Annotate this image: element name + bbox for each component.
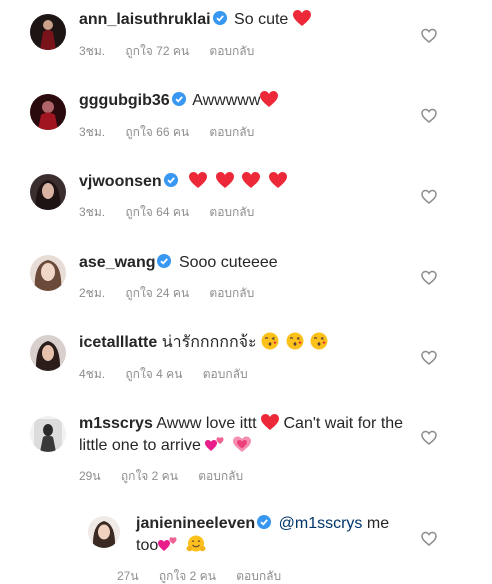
comment-time: 3ชม. — [79, 205, 106, 219]
comment-meta: 2ชม. ถูกใจ 24 คน ตอบกลับ — [79, 284, 254, 303]
username[interactable]: gggubgib36 — [79, 92, 170, 109]
like-heart-icon[interactable] — [421, 270, 437, 286]
mention-link[interactable]: @m1sscrys — [279, 515, 363, 532]
like-heart-icon[interactable] — [421, 531, 437, 547]
comment-text: ann_laisuthruklai So cute — [79, 9, 409, 31]
red-heart-emoji-icon — [189, 172, 208, 188]
reply-button[interactable]: ตอบกลับ — [203, 365, 248, 384]
red-heart-emoji-icon — [260, 91, 279, 107]
two-hearts-emoji-icon — [158, 537, 177, 551]
red-heart-emoji-icon — [215, 172, 234, 188]
verified-badge-icon — [212, 11, 227, 25]
comment-time: 3ชม. — [79, 125, 106, 139]
comment-time: 27น — [117, 569, 139, 583]
comment-meta: 27น ถูกใจ 2 คน ตอบกลับ — [117, 567, 281, 584]
comment-text: m1sscrys Awww love ittt Can't wait for t… — [79, 414, 404, 454]
like-heart-icon[interactable] — [421, 189, 437, 205]
reply-button[interactable]: ตอบกลับ — [236, 567, 281, 584]
username[interactable]: vjwoonsen — [79, 173, 162, 190]
reply-button[interactable]: ตอบกลับ — [209, 203, 254, 222]
username[interactable]: ase_wang — [79, 254, 155, 271]
like-heart-icon[interactable] — [421, 28, 437, 44]
comment-time: 3ชม. — [79, 44, 106, 58]
verified-badge-icon — [171, 92, 186, 106]
comment-meta: 3ชม. ถูกใจ 64 คน ตอบกลับ — [79, 203, 254, 222]
avatar[interactable] — [88, 516, 120, 548]
red-heart-emoji-icon — [292, 10, 311, 26]
reply-button[interactable]: ตอบกลับ — [209, 42, 254, 61]
like-heart-icon[interactable] — [421, 350, 437, 366]
kiss-face-emoji-icon — [286, 332, 304, 350]
red-heart-emoji-icon — [261, 414, 280, 430]
comment-text: vjwoonsen — [79, 171, 409, 193]
likes-count[interactable]: ถูกใจ 4 คน — [125, 365, 182, 384]
verified-badge-icon — [257, 515, 272, 529]
likes-count[interactable]: ถูกใจ 64 คน — [125, 203, 189, 222]
avatar[interactable] — [30, 416, 66, 452]
comment-meta: 4ชม. ถูกใจ 4 คน ตอบกลับ — [79, 365, 248, 384]
avatar[interactable] — [30, 255, 66, 291]
comment-time: 2ชม. — [79, 286, 106, 300]
avatar[interactable] — [30, 174, 66, 210]
reply-button[interactable]: ตอบกลับ — [209, 284, 254, 303]
kiss-face-emoji-icon — [310, 332, 328, 350]
username[interactable]: m1sscrys — [79, 415, 153, 432]
likes-count[interactable]: ถูกใจ 72 คน — [125, 42, 189, 61]
likes-count[interactable]: ถูกใจ 66 คน — [125, 123, 189, 142]
username[interactable]: ann_laisuthruklai — [79, 11, 211, 28]
verified-badge-icon — [163, 173, 178, 187]
reply-button[interactable]: ตอบกลับ — [209, 123, 254, 142]
red-heart-emoji-icon — [242, 172, 261, 188]
red-heart-emoji-icon — [268, 172, 287, 188]
growing-heart-emoji-icon — [232, 436, 251, 452]
comment-meta: 3ชม. ถูกใจ 72 คน ตอบกลับ — [79, 42, 254, 61]
comment-text: gggubgib36 Awwwww — [79, 90, 409, 112]
comment-time: 29น — [79, 469, 101, 483]
username[interactable]: janienineeleven — [136, 515, 255, 532]
reply-button[interactable]: ตอบกลับ — [198, 467, 243, 486]
like-heart-icon[interactable] — [421, 108, 437, 124]
like-heart-icon[interactable] — [421, 430, 437, 446]
comment-meta: 29น ถูกใจ 2 คน ตอบกลับ — [79, 467, 243, 486]
likes-count[interactable]: ถูกใจ 24 คน — [125, 284, 189, 303]
likes-count[interactable]: ถูกใจ 2 คน — [159, 567, 216, 584]
comment-text: janienineeleven @m1sscrys me too — [136, 515, 390, 554]
comment-text: ase_wang Sooo cuteeee — [79, 254, 278, 271]
avatar[interactable] — [30, 94, 66, 130]
hugging-face-emoji-icon — [186, 535, 206, 552]
comment-text: icetalllatte น่ารักกกกกจ้ะ — [79, 332, 409, 354]
likes-count[interactable]: ถูกใจ 2 คน — [121, 467, 178, 486]
comment-time: 4ชม. — [79, 367, 106, 381]
verified-badge-icon — [157, 254, 172, 268]
comment-meta: 3ชม. ถูกใจ 66 คน ตอบกลับ — [79, 123, 254, 142]
username[interactable]: icetalllatte — [79, 334, 157, 351]
avatar[interactable] — [30, 14, 66, 50]
kiss-face-emoji-icon — [261, 332, 279, 350]
avatar[interactable] — [30, 335, 66, 371]
two-hearts-emoji-icon — [205, 437, 224, 451]
